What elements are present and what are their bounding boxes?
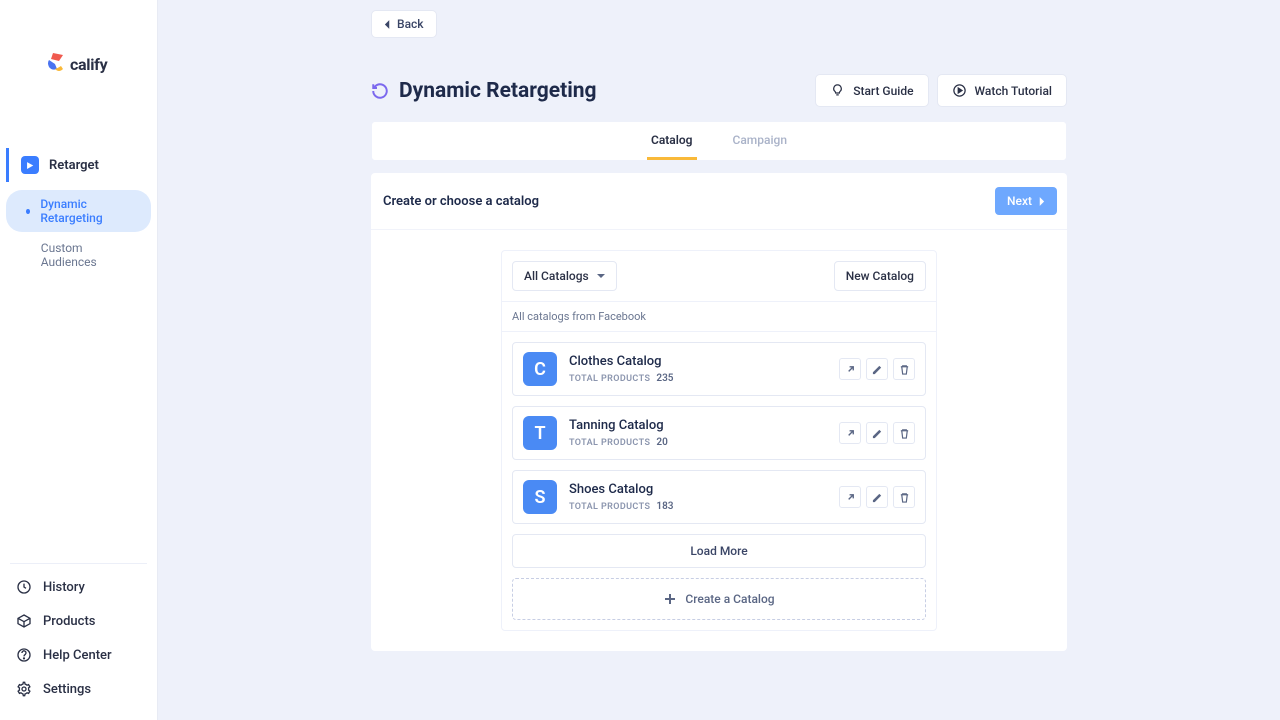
nav-label: Products (43, 614, 95, 629)
open-external-button[interactable] (839, 486, 861, 508)
edit-button[interactable] (866, 486, 888, 508)
dropdown-label: All Catalogs (524, 269, 589, 283)
chevron-down-icon (597, 272, 605, 280)
bottom-nav: History Products Help Center Settings (0, 570, 157, 720)
pencil-icon (872, 492, 883, 503)
watch-tutorial-label: Watch Tutorial (975, 84, 1052, 98)
tabs: Catalog Campaign (371, 121, 1067, 161)
nav-history[interactable]: History (0, 570, 157, 604)
plus-icon (663, 592, 677, 606)
total-products-label: TOTAL PRODUCTS (569, 374, 650, 384)
external-icon (845, 492, 856, 503)
brand-name: calify (70, 55, 107, 74)
open-external-button[interactable] (839, 422, 861, 444)
next-button[interactable]: Next (995, 187, 1057, 215)
trash-icon (899, 364, 910, 375)
catalog-row[interactable]: T Tanning Catalog TOTAL PRODUCTS 20 (512, 406, 926, 460)
total-products-label: TOTAL PRODUCTS (569, 438, 650, 448)
delete-button[interactable] (893, 422, 915, 444)
delete-button[interactable] (893, 486, 915, 508)
catalog-panel: All Catalogs New Catalog All catalogs fr… (501, 250, 937, 631)
edit-button[interactable] (866, 422, 888, 444)
back-label: Back (397, 17, 424, 31)
nav-label: Help Center (43, 648, 112, 663)
box-icon (16, 613, 32, 629)
catalog-count: 235 (656, 373, 673, 384)
nav-settings[interactable]: Settings (0, 672, 157, 706)
catalog-card: Create or choose a catalog Next All Cata… (371, 173, 1067, 651)
sidebar-retarget[interactable]: Retarget (6, 148, 151, 182)
catalog-row[interactable]: C Clothes Catalog TOTAL PRODUCTS 235 (512, 342, 926, 396)
clock-icon (16, 579, 32, 595)
new-catalog-button[interactable]: New Catalog (834, 261, 926, 291)
retarget-icon (21, 156, 39, 174)
nav-label: History (43, 580, 85, 595)
page-title: Dynamic Retargeting (399, 79, 597, 103)
delete-button[interactable] (893, 358, 915, 380)
sidebar: calify Retarget Dynamic Retargeting Cust… (0, 0, 158, 720)
next-label: Next (1007, 194, 1032, 208)
external-icon (845, 428, 856, 439)
pencil-icon (872, 428, 883, 439)
catalog-tile-icon: C (523, 352, 557, 386)
tab-catalog[interactable]: Catalog (647, 122, 697, 160)
catalog-tile-icon: T (523, 416, 557, 450)
edit-button[interactable] (866, 358, 888, 380)
trash-icon (899, 428, 910, 439)
nav-label: Settings (43, 682, 91, 697)
logo: calify (0, 0, 157, 108)
help-icon (16, 647, 32, 663)
catalog-name: Shoes Catalog (569, 482, 674, 497)
play-icon (952, 83, 967, 98)
external-icon (845, 364, 856, 375)
logo-icon (45, 53, 67, 75)
sidebar-item-dynamic-retargeting[interactable]: Dynamic Retargeting (6, 190, 151, 232)
create-catalog-button[interactable]: Create a Catalog (512, 578, 926, 620)
start-guide-label: Start Guide (853, 84, 913, 98)
sidebar-divider (10, 563, 147, 564)
back-arrow-icon (384, 20, 391, 29)
total-products-label: TOTAL PRODUCTS (569, 502, 650, 512)
catalog-name: Clothes Catalog (569, 354, 674, 369)
sidebar-retarget-label: Retarget (49, 158, 99, 173)
open-external-button[interactable] (839, 358, 861, 380)
catalog-list: C Clothes Catalog TOTAL PRODUCTS 235 (502, 331, 936, 524)
nav-section: Retarget Dynamic Retargeting Custom Audi… (0, 108, 157, 553)
catalog-tile-icon: S (523, 480, 557, 514)
page-header: Dynamic Retargeting Start Guide Watch Tu… (371, 74, 1067, 107)
start-guide-button[interactable]: Start Guide (815, 74, 928, 107)
nav-products[interactable]: Products (0, 604, 157, 638)
gear-icon (16, 681, 32, 697)
bulb-icon (830, 83, 845, 98)
main-content: Back Dynamic Retargeting Start Guide Wat… (158, 0, 1280, 720)
source-label: All catalogs from Facebook (502, 301, 936, 331)
back-button[interactable]: Back (371, 10, 437, 38)
active-dot-icon (26, 209, 30, 214)
catalog-name: Tanning Catalog (569, 418, 668, 433)
create-catalog-label: Create a Catalog (685, 592, 774, 606)
all-catalogs-dropdown[interactable]: All Catalogs (512, 261, 617, 291)
sidebar-item-label: Dynamic Retargeting (40, 197, 137, 225)
card-title: Create or choose a catalog (383, 194, 539, 209)
catalog-count: 20 (656, 437, 667, 448)
trash-icon (899, 492, 910, 503)
catalog-row[interactable]: S Shoes Catalog TOTAL PRODUCTS 183 (512, 470, 926, 524)
load-more-button[interactable]: Load More (512, 534, 926, 568)
sidebar-item-custom-audiences[interactable]: Custom Audiences (6, 234, 151, 276)
refresh-icon (371, 82, 389, 100)
tab-campaign[interactable]: Campaign (729, 122, 792, 160)
sidebar-item-label: Custom Audiences (41, 241, 137, 269)
next-arrow-icon (1038, 197, 1045, 206)
watch-tutorial-button[interactable]: Watch Tutorial (937, 74, 1067, 107)
pencil-icon (872, 364, 883, 375)
catalog-count: 183 (656, 501, 673, 512)
nav-help-center[interactable]: Help Center (0, 638, 157, 672)
